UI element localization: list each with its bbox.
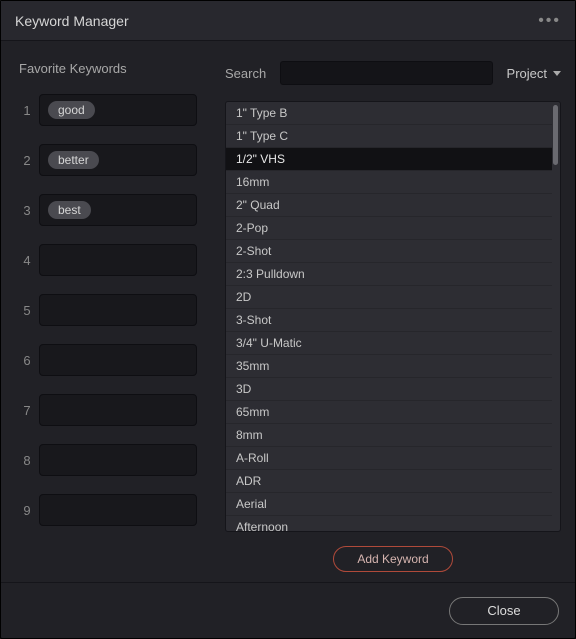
list-item[interactable]: Afternoon [226,516,552,531]
favorites-panel: Favorite Keywords 1 good 2 better 3 best 4 5 6 7 8… [1,41,211,582]
list-item[interactable]: 3-Shot [226,309,552,332]
favorite-row: 3 best [15,194,197,226]
list-item[interactable]: 2D [226,286,552,309]
favorite-row: 4 [15,244,197,276]
favorite-row: 8 [15,444,197,476]
add-keyword-label: Add Keyword [357,552,428,566]
favorite-number: 2 [15,153,39,168]
list-item[interactable]: 16mm [226,171,552,194]
scope-dropdown[interactable]: Project [507,66,561,81]
footer: Close [1,582,575,638]
favorite-row: 9 [15,494,197,526]
list-item[interactable]: 3/4" U-Matic [226,332,552,355]
favorite-number: 3 [15,203,39,218]
chevron-down-icon [553,71,561,76]
keyword-list-container: 1" Type B1" Type C1/2" VHS16mm2" Quad2-P… [225,101,561,532]
favorites-header: Favorite Keywords [19,61,197,76]
scrollbar-thumb[interactable] [553,105,558,165]
body: Favorite Keywords 1 good 2 better 3 best 4 5 6 7 8… [1,41,575,582]
keyword-manager-window: Keyword Manager ••• Favorite Keywords 1g… [0,0,576,639]
search-input[interactable] [280,61,492,85]
favorite-number: 9 [15,503,39,518]
favorite-number: 4 [15,253,39,268]
list-item[interactable]: 1" Type C [226,125,552,148]
list-item[interactable]: 35mm [226,355,552,378]
keyword-list[interactable]: 1" Type B1" Type C1/2" VHS16mm2" Quad2-P… [226,102,552,531]
list-item[interactable]: ADR [226,470,552,493]
list-item[interactable]: 2-Pop [226,217,552,240]
favorite-input[interactable]: better [39,144,197,176]
options-icon[interactable]: ••• [538,12,561,30]
favorite-number: 1 [15,103,39,118]
favorite-number: 5 [15,303,39,318]
keyword-chip[interactable]: good [48,101,95,119]
list-item[interactable]: 3D [226,378,552,401]
close-label: Close [487,603,520,618]
favorite-input[interactable] [39,494,197,526]
titlebar: Keyword Manager ••• [1,1,575,41]
keywords-panel: Search Project 1" Type B1" Type C1/2" VH… [211,41,575,582]
list-item[interactable]: A-Roll [226,447,552,470]
list-item[interactable]: 65mm [226,401,552,424]
favorite-input[interactable] [39,344,197,376]
keyword-chip[interactable]: better [48,151,99,169]
list-item[interactable]: 2-Shot [226,240,552,263]
favorite-row: 6 [15,344,197,376]
favorite-input[interactable] [39,394,197,426]
list-item[interactable]: 1/2" VHS [226,148,552,171]
favorite-row: 1 good [15,94,197,126]
favorite-number: 6 [15,353,39,368]
scope-label: Project [507,66,547,81]
favorite-input[interactable] [39,244,197,276]
favorite-input[interactable]: good [39,94,197,126]
search-row: Search Project [225,61,561,85]
window-title: Keyword Manager [15,13,129,29]
list-item[interactable]: 2:3 Pulldown [226,263,552,286]
favorite-row: 5 [15,294,197,326]
favorite-input[interactable]: best [39,194,197,226]
favorite-number: 8 [15,453,39,468]
list-item[interactable]: 1" Type B [226,102,552,125]
list-item[interactable]: 8mm [226,424,552,447]
keyword-chip[interactable]: best [48,201,91,219]
add-row: Add Keyword [225,532,561,582]
favorite-input[interactable] [39,444,197,476]
favorite-number: 7 [15,403,39,418]
list-item[interactable]: 2" Quad [226,194,552,217]
favorite-input[interactable] [39,294,197,326]
favorite-row: 2 better [15,144,197,176]
add-keyword-button[interactable]: Add Keyword [333,546,453,572]
search-label: Search [225,66,266,81]
favorite-row: 7 [15,394,197,426]
close-button[interactable]: Close [449,597,559,625]
list-item[interactable]: Aerial [226,493,552,516]
